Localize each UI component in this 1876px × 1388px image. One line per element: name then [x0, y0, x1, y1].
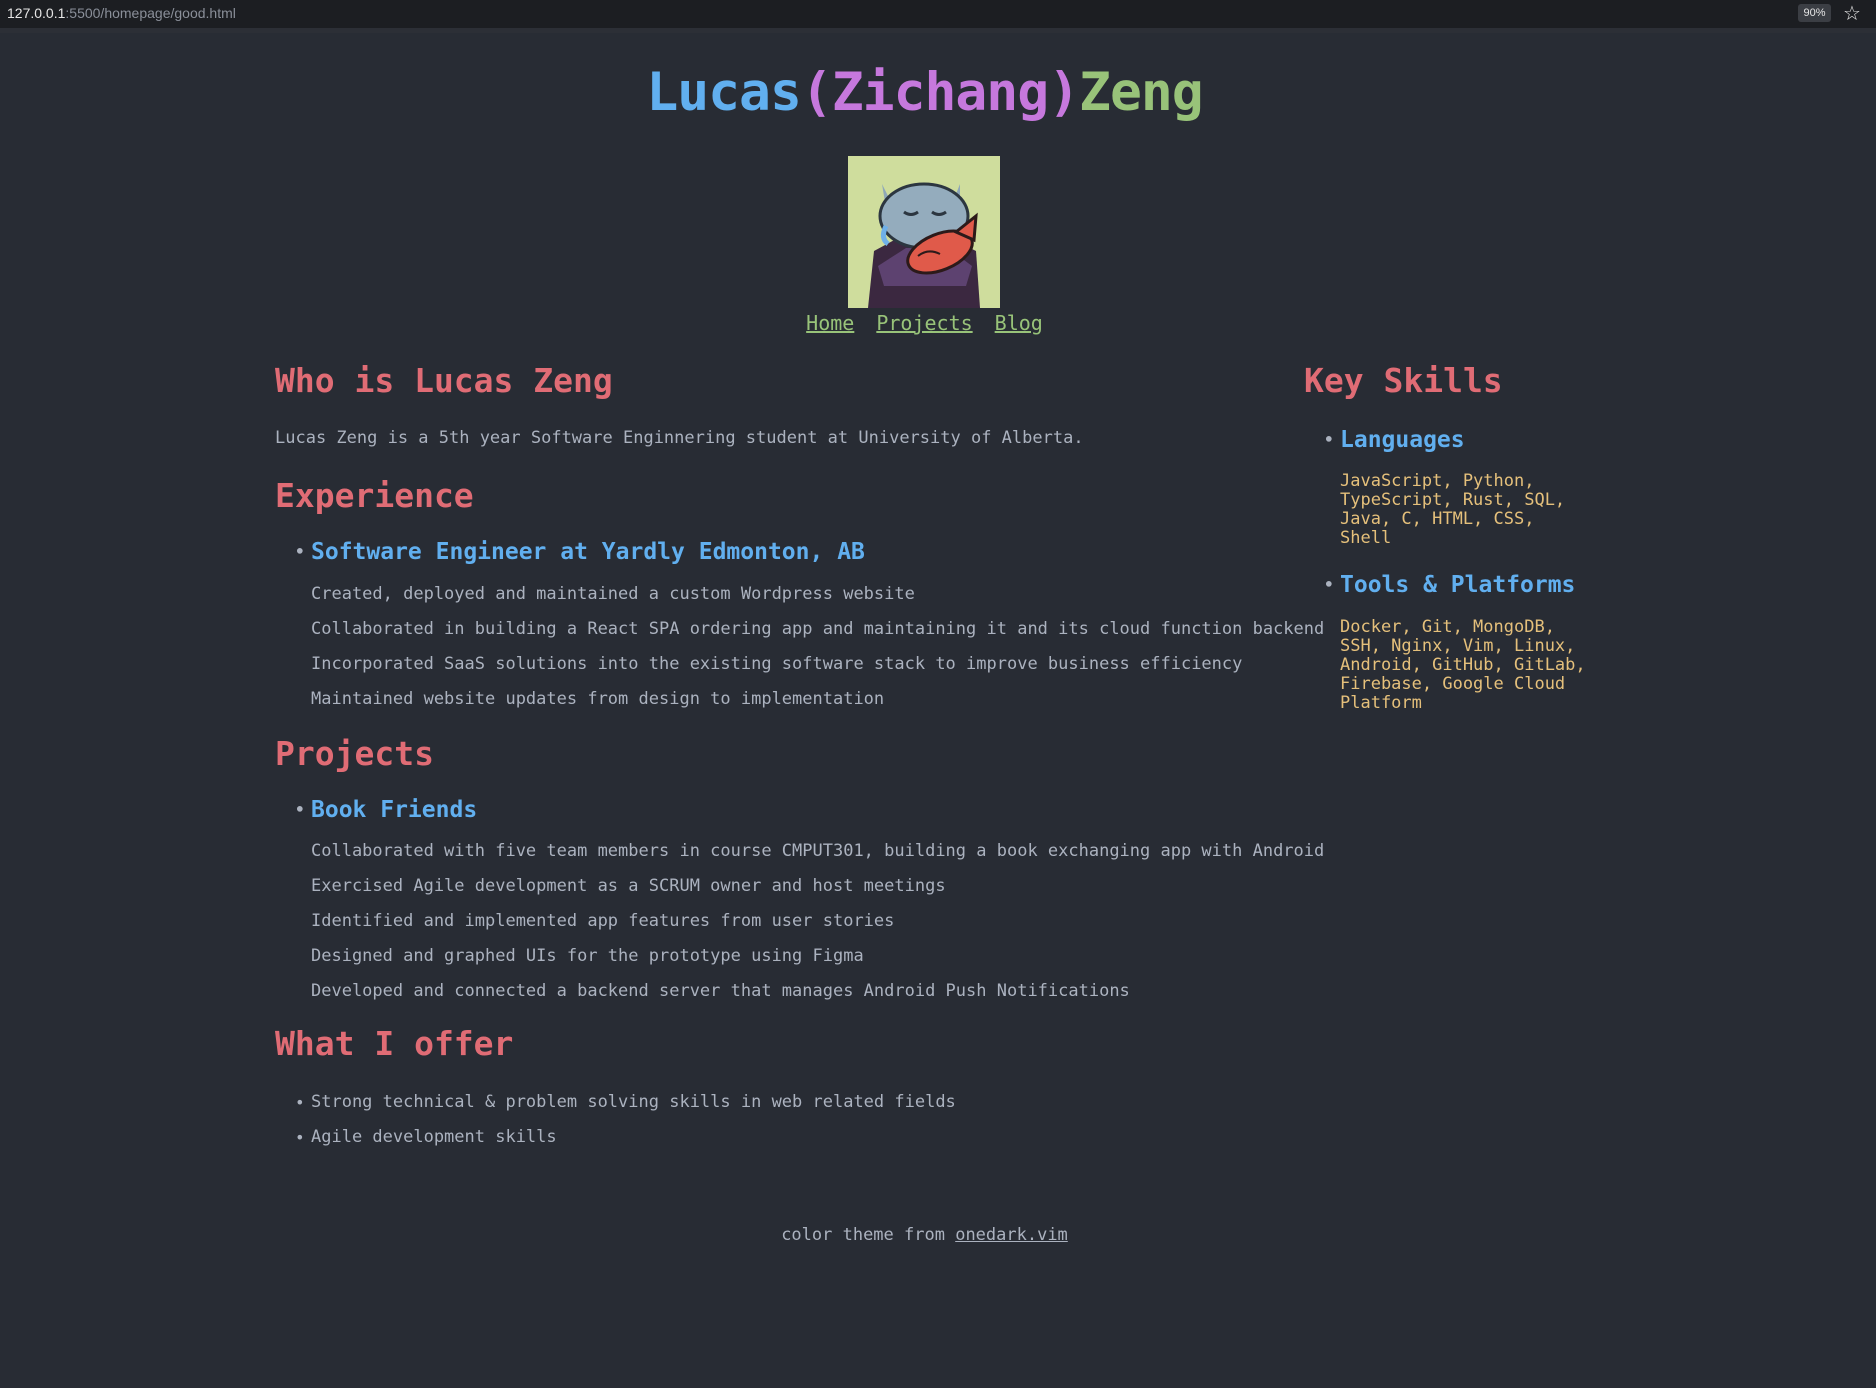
- list-item: Incorporated SaaS solutions into the exi…: [311, 654, 1243, 674]
- skill-line: Platform: [1340, 693, 1422, 713]
- nav-link-blog[interactable]: Blog: [995, 311, 1043, 335]
- languages-list: JavaScript, Python, TypeScript, Rust, SQ…: [1304, 472, 1604, 548]
- footer: color theme from onedark.vim: [0, 1225, 1849, 1245]
- nav-link-home[interactable]: Home: [806, 311, 854, 335]
- skill-line: JavaScript, Python,: [1340, 471, 1535, 491]
- main-nav: Home Projects Blog: [0, 311, 1849, 335]
- star-icon[interactable]: ☆: [1843, 1, 1861, 25]
- title-first-name: Lucas: [646, 62, 802, 123]
- skills-heading: Key Skills: [1304, 361, 1503, 400]
- projects-heading: Projects: [275, 734, 434, 773]
- cartoon-cat-avatar-icon: [848, 156, 1000, 308]
- list-item: Developed and connected a backend server…: [311, 981, 1130, 1001]
- skill-line: Shell: [1340, 528, 1392, 548]
- list-item: Maintained website updates from design t…: [311, 689, 885, 709]
- about-text: Lucas Zeng is a 5th year Software Enginn…: [275, 428, 1084, 448]
- offer-heading: What I offer: [275, 1024, 514, 1063]
- main-content: Who is Lucas Zeng Lucas Zeng is a 5th ye…: [275, 360, 1325, 1155]
- experience-list: Created, deployed and maintained a custo…: [275, 577, 1325, 717]
- skill-line: Docker, Git, MongoDB,: [1340, 617, 1555, 637]
- project-title: Book Friends: [275, 794, 1295, 826]
- url-text[interactable]: 127.0.0.1:5500/homepage/good.html: [7, 5, 236, 21]
- page-title: Lucas(Zichang)Zeng: [0, 62, 1849, 123]
- list-item: Agile development skills: [275, 1120, 1295, 1155]
- tools-title: Tools & Platforms: [1304, 569, 1604, 601]
- list-item: Collaborated with five team members in c…: [311, 841, 1325, 861]
- skill-line: Firebase, Google Cloud: [1340, 674, 1566, 694]
- list-item: Created, deployed and maintained a custo…: [311, 584, 915, 604]
- title-middle-name: (Zichang): [800, 62, 1080, 123]
- skill-line: SSH, Nginx, Vim, Linux,: [1340, 636, 1576, 656]
- about-heading: Who is Lucas Zeng: [275, 361, 613, 400]
- list-item: Exercised Agile development as a SCRUM o…: [311, 876, 946, 896]
- skill-line: TypeScript, Rust, SQL,: [1340, 490, 1566, 510]
- list-item: Identified and implemented app features …: [311, 911, 895, 931]
- project-list: Collaborated with five team members in c…: [275, 834, 1325, 1009]
- skills-sidebar: Key Skills Languages JavaScript, Python,…: [1304, 360, 1604, 713]
- list-item: Strong technical & problem solving skill…: [275, 1085, 1295, 1120]
- zoom-badge[interactable]: 90%: [1798, 4, 1831, 22]
- list-item: Collaborated in building a React SPA ord…: [311, 619, 1325, 639]
- browser-address-bar[interactable]: 127.0.0.1:5500/homepage/good.html 90% ☆: [0, 0, 1876, 33]
- footer-link-onedark[interactable]: onedark.vim: [955, 1225, 1068, 1245]
- list-item: Designed and graphed UIs for the prototy…: [311, 946, 864, 966]
- job-title: Software Engineer at Yardly Edmonton, AB: [275, 536, 1295, 568]
- skill-line: Java, C, HTML, CSS,: [1340, 509, 1535, 529]
- tools-list: Docker, Git, MongoDB, SSH, Nginx, Vim, L…: [1304, 618, 1604, 713]
- skill-line: Android, GitHub, GitLab,: [1340, 655, 1586, 675]
- avatar: [848, 156, 1000, 308]
- title-last-name: Zeng: [1079, 62, 1204, 123]
- url-host: 127.0.0.1: [7, 5, 66, 21]
- experience-heading: Experience: [275, 476, 474, 515]
- offer-list: Strong technical & problem solving skill…: [275, 1085, 1295, 1155]
- nav-link-projects[interactable]: Projects: [876, 311, 972, 335]
- url-path: :5500/homepage/good.html: [65, 5, 236, 21]
- footer-text: color theme from: [781, 1225, 945, 1245]
- languages-title: Languages: [1304, 424, 1604, 456]
